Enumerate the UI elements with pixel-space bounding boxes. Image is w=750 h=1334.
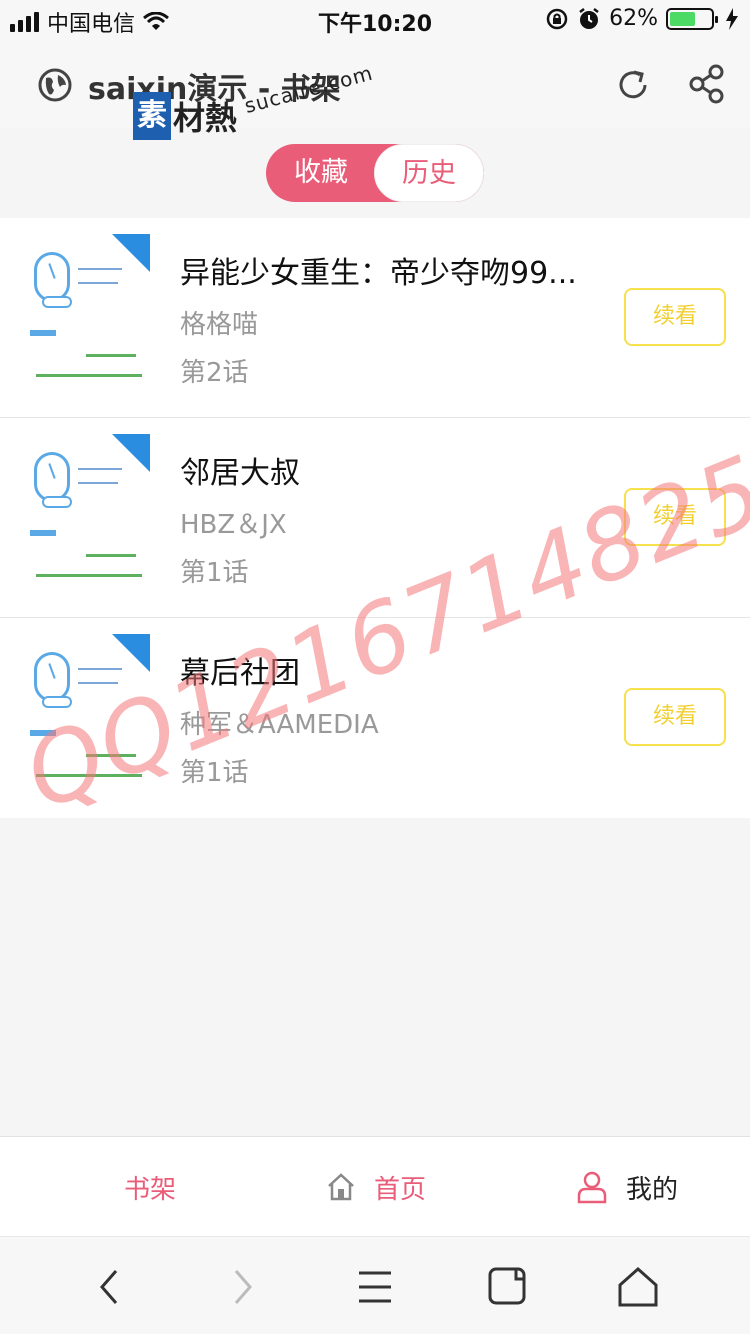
- rotation-lock-icon: [546, 8, 568, 29]
- book-chapter: 第1话: [180, 758, 249, 788]
- book-item[interactable]: 异能少女重生：帝少夺吻99... 格格喵 第2话 续看: [0, 218, 750, 418]
- book-item[interactable]: 幕后社团 种军＆AAMEDIA 第1话 续看: [0, 618, 750, 818]
- battery-percent: 62%: [609, 6, 658, 31]
- tabs-icon[interactable]: [486, 1265, 530, 1309]
- battery-icon: [666, 7, 718, 30]
- logo-text: 材熱: [173, 99, 238, 137]
- continue-reading-button[interactable]: 续看: [624, 288, 726, 346]
- forward-icon[interactable]: [220, 1265, 264, 1309]
- home-icon: [328, 1173, 354, 1201]
- book-title: 幕后社团: [180, 656, 300, 691]
- tab-shelf[interactable]: 书架: [124, 1137, 176, 1237]
- refresh-icon[interactable]: [614, 66, 652, 104]
- app-header: saixin演示 - 书架: [0, 40, 750, 128]
- home-browser-icon[interactable]: [616, 1265, 660, 1309]
- watermark-logo: 素 材熱: [133, 88, 237, 144]
- book-author: HBZ＆JX: [180, 510, 287, 540]
- battery-fill: [670, 11, 695, 26]
- tab-home[interactable]: 首页: [326, 1137, 426, 1237]
- book-cover: [28, 634, 150, 784]
- book-chapter: 第1话: [180, 558, 249, 588]
- browser-toolbar: [0, 1236, 750, 1334]
- continue-reading-button[interactable]: 续看: [624, 488, 726, 546]
- bottom-tab-bar: 书架 首页 我的: [0, 1136, 750, 1236]
- alarm-icon: [579, 7, 599, 29]
- book-cover: [28, 234, 150, 384]
- user-icon: [577, 1171, 607, 1204]
- share-icon[interactable]: [688, 64, 726, 104]
- status-bar: 中国电信 下午10:20 62%: [0, 0, 750, 40]
- book-item[interactable]: 邻居大叔 HBZ＆JX 第1话 续看: [0, 418, 750, 618]
- tab-history[interactable]: 历史: [374, 144, 484, 202]
- menu-icon[interactable]: [353, 1265, 397, 1309]
- book-author: 格格喵: [180, 310, 259, 340]
- continue-reading-button[interactable]: 续看: [624, 688, 726, 746]
- logo-box: 素: [133, 92, 171, 140]
- back-icon[interactable]: [88, 1265, 132, 1309]
- shelf-segment-control: 收藏 历史: [266, 144, 484, 202]
- book-title: 邻居大叔: [180, 456, 300, 491]
- charging-icon: [726, 7, 738, 30]
- tab-home-label: 首页: [374, 1174, 427, 1205]
- status-right: 62%: [545, 6, 738, 31]
- tab-mine[interactable]: 我的: [576, 1137, 678, 1237]
- tab-shelf-label: 书架: [124, 1174, 177, 1205]
- book-list: 异能少女重生：帝少夺吻99... 格格喵 第2话 续看 邻居大叔 HBZ＆JX …: [0, 218, 750, 818]
- globe-icon[interactable]: [38, 68, 72, 102]
- book-author: 种军＆AAMEDIA: [180, 710, 379, 740]
- book-chapter: 第2话: [180, 358, 249, 388]
- tab-favorites[interactable]: 收藏: [266, 144, 376, 202]
- book-cover: [28, 434, 150, 584]
- book-title: 异能少女重生：帝少夺吻99...: [180, 256, 577, 291]
- tab-mine-label: 我的: [626, 1174, 679, 1205]
